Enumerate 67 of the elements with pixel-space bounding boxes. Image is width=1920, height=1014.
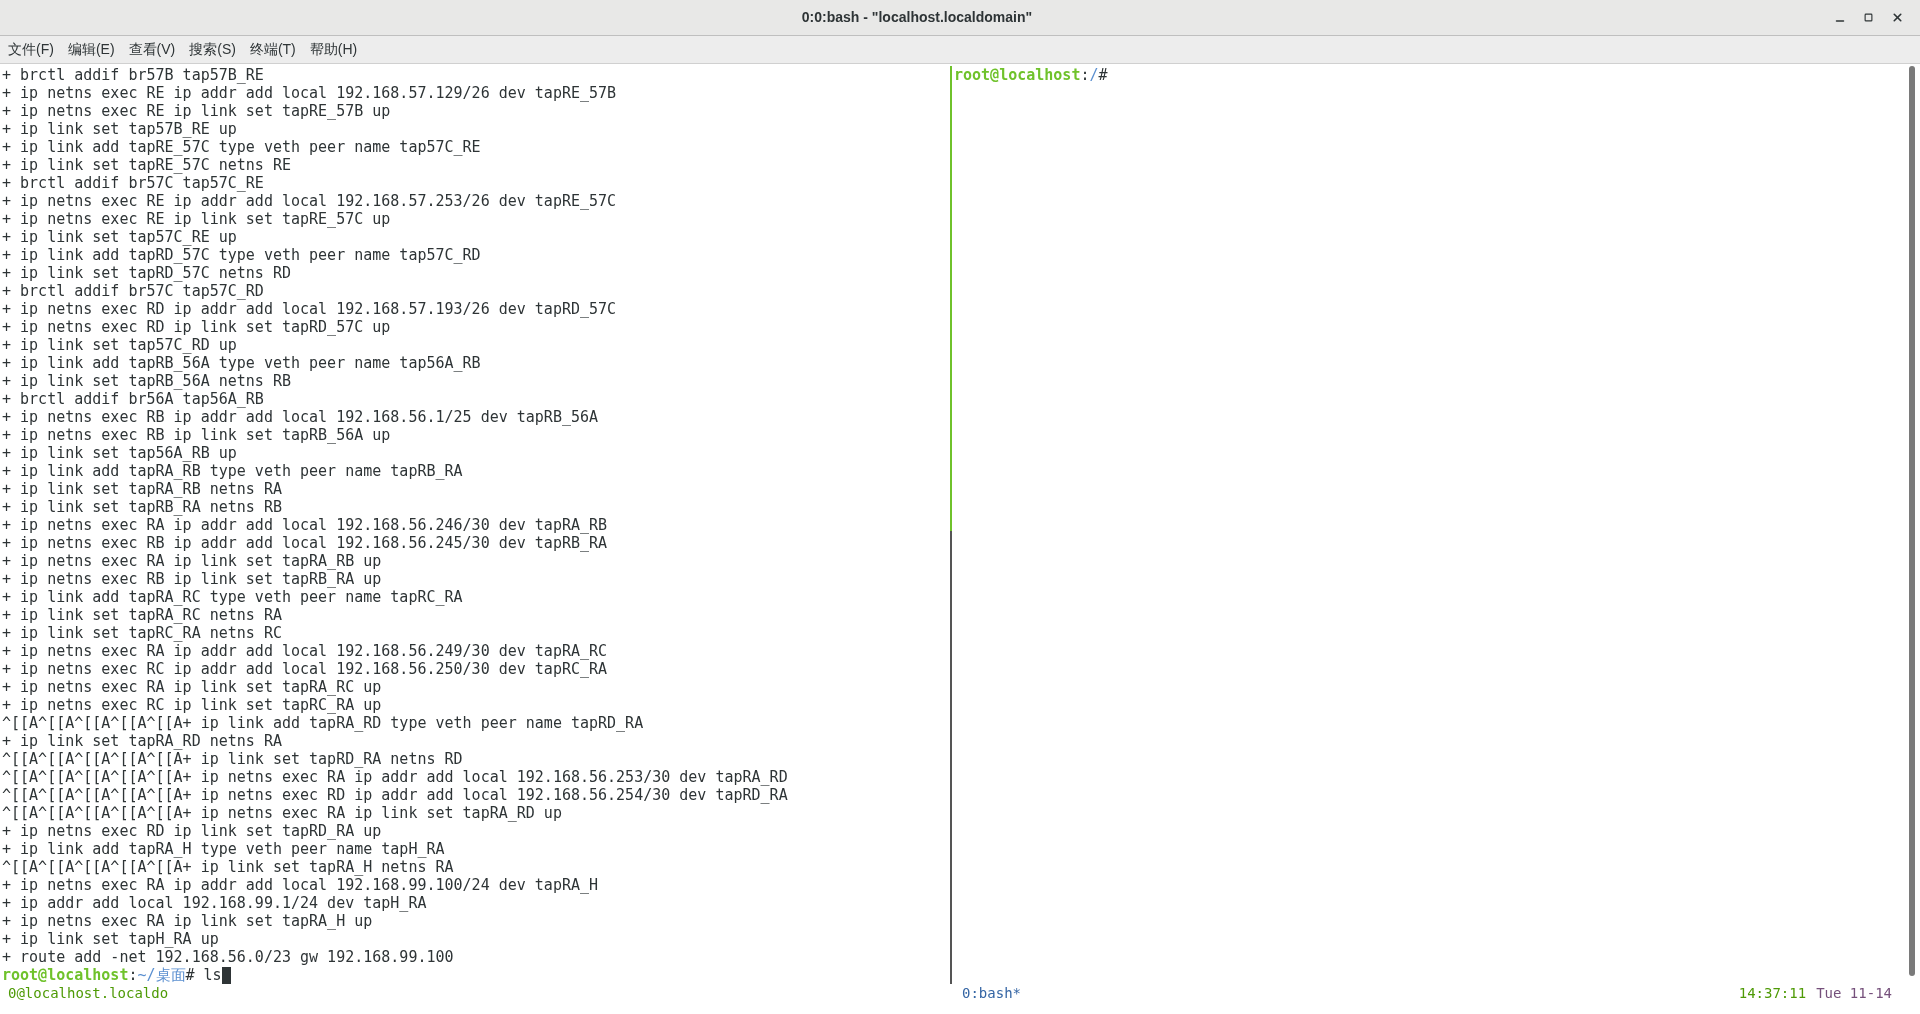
terminal-line: + ip netns exec RA ip addr add local 192.168.56.249/30 dev tapRA_RC [2, 642, 609, 660]
text-cursor [221, 966, 231, 984]
terminal-line: + ip link add tapRB_56A type veth peer name tap56A_RB [2, 354, 482, 372]
terminal-line: + ip link add tapRE_57C type veth peer name tap57C_RE [2, 138, 482, 156]
terminal-line: + ip netns exec RB ip addr add local 192.168.56.1/25 dev tapRB_56A [2, 408, 600, 426]
terminal-line: + ip link set tapRA_RD netns RA [2, 732, 283, 750]
terminal-line: + ip link add tapRA_RC type veth peer name tapRC_RA [2, 588, 464, 606]
terminal-line: + ip link set tap56A_RB up [2, 444, 238, 462]
terminal-line: + ip link set tapRA_RC netns RA [2, 606, 283, 624]
terminal-line: + ip netns exec RB ip link set tapRB_56A up [2, 426, 392, 444]
terminal-line: + ip netns exec RE ip link set tapRE_57B up [2, 102, 392, 120]
terminal-line: + ip link add tapRD_57C type veth peer name tap57C_RD [2, 246, 482, 264]
terminal-line: ^[[A^[[A^[[A^[[A^[[A+ ip netns exec RA ip link set tapRA_RD up [2, 804, 563, 822]
window-tab[interactable]: 0:bash* [962, 984, 1021, 1002]
terminal-line: + ip netns exec RC ip link set tapRC_RA up [2, 696, 383, 714]
menu-item[interactable]: 帮助(H) [303, 39, 364, 60]
menu-item[interactable]: 查看(V) [122, 39, 182, 60]
terminal-line: + ip netns exec RE ip link set tapRE_57C up [2, 210, 392, 228]
clock-time: 14:37:11 [1738, 984, 1807, 1002]
terminal-line: + brctl addif br56A tap56A_RB [2, 390, 265, 408]
terminal-line: ^[[A^[[A^[[A^[[A^[[A+ ip link set tapRA_H netns RA [2, 858, 455, 876]
prompt-line: root@localhost:/# [954, 66, 1109, 84]
terminal-line: ^[[A^[[A^[[A^[[A^[[A+ ip link add tapRA_RD type veth peer name tapRD_RA [2, 714, 645, 732]
scrollbar[interactable] [1909, 66, 1915, 976]
menu-item[interactable]: 文件(F) [2, 39, 60, 60]
terminal-line: + ip netns exec RA ip link set tapRA_H up [2, 912, 374, 930]
terminal-line: + ip link set tapRD_57C netns RD [2, 264, 292, 282]
terminal-line: + ip netns exec RD ip link set tapRD_57C up [2, 318, 392, 336]
terminal-line: ^[[A^[[A^[[A^[[A^[[A+ ip netns exec RA ip addr add local 192.168.56.253/30 dev tapRA_RD [2, 768, 789, 786]
terminal-line: + ip netns exec RB ip link set tapRB_RA up [2, 570, 383, 588]
terminal-line: + ip netns exec RA ip link set tapRA_RB up [2, 552, 383, 570]
terminal-line: + ip netns exec RA ip addr add local 192.168.56.246/30 dev tapRA_RB [2, 516, 609, 534]
terminal-line: + ip link set tapH_RA up [2, 930, 220, 948]
terminal-line: + ip link add tapRA_RB type veth peer name tapRB_RA [2, 462, 464, 480]
terminal-line: + ip netns exec RD ip addr add local 192.168.57.193/26 dev tapRD_57C [2, 300, 618, 318]
prompt-line: root@localhost:~/桌面# ls [2, 966, 950, 984]
terminal-line: + ip netns exec RD ip link set tapRD_RA up [2, 822, 383, 840]
terminal-line: + route add -net 192.168.56.0/23 gw 192.168.99.100 [2, 948, 455, 966]
terminal-line: + ip link set tap57B_RE up [2, 120, 238, 138]
terminal-line: + ip link set tap57C_RE up [2, 228, 238, 246]
terminal-line: + ip netns exec RB ip addr add local 192.168.56.245/30 dev tapRB_RA [2, 534, 609, 552]
terminal-line: ^[[A^[[A^[[A^[[A^[[A+ ip netns exec RD ip addr add local 192.168.56.254/30 dev tapRD_RA [2, 786, 789, 804]
terminal-line: + ip link set tap57C_RD up [2, 336, 238, 354]
terminal-line: ^[[A^[[A^[[A^[[A^[[A+ ip link set tapRD_RA netns RD [2, 750, 464, 768]
terminal-line: + brctl addif br57C tap57C_RE [2, 174, 265, 192]
terminal-line: + ip link set tapRC_RA netns RC [2, 624, 283, 642]
close-icon[interactable] [1891, 11, 1904, 24]
terminal-line: + ip link add tapRA_H type veth peer name tapH_RA [2, 840, 446, 858]
terminal-line: + ip addr add local 192.168.99.1/24 dev tapH_RA [2, 894, 428, 912]
terminal-line: + brctl addif br57C tap57C_RD [2, 282, 265, 300]
menu-item[interactable]: 终端(T) [243, 39, 302, 60]
terminal-line: + ip link set tapRA_RB netns RA [2, 480, 283, 498]
terminal-line: + ip netns exec RA ip addr add local 192.168.99.100/24 dev tapRA_H [2, 876, 600, 894]
terminal-line: + ip netns exec RA ip link set tapRA_RC up [2, 678, 383, 696]
terminal-line: + ip link set tapRB_RA netns RB [2, 498, 283, 516]
terminal-line: + ip netns exec RC ip addr add local 192.168.56.250/30 dev tapRC_RA [2, 660, 609, 678]
maximize-icon[interactable] [1864, 13, 1873, 22]
date: Tue 11-14 [1816, 984, 1892, 1002]
menu-item[interactable]: 搜索(S) [183, 39, 242, 60]
session-name: 0@localhost.localdo [8, 985, 169, 1001]
terminal-line: + ip netns exec RE ip addr add local 192.168.57.129/26 dev tapRE_57B [2, 84, 618, 102]
terminal-line: + ip netns exec RE ip addr add local 192.168.57.253/26 dev tapRE_57C [2, 192, 618, 210]
menu-item[interactable]: 编辑(E) [61, 39, 121, 60]
terminal-line: + ip link set tapRB_56A netns RB [2, 372, 292, 390]
window-title: 0:0:bash - "localhost.localdomain" [801, 8, 1033, 27]
terminal-line: + brctl addif br57B tap57B_RE [2, 66, 265, 84]
terminal-line: + ip link set tapRE_57C netns RE [2, 156, 292, 174]
